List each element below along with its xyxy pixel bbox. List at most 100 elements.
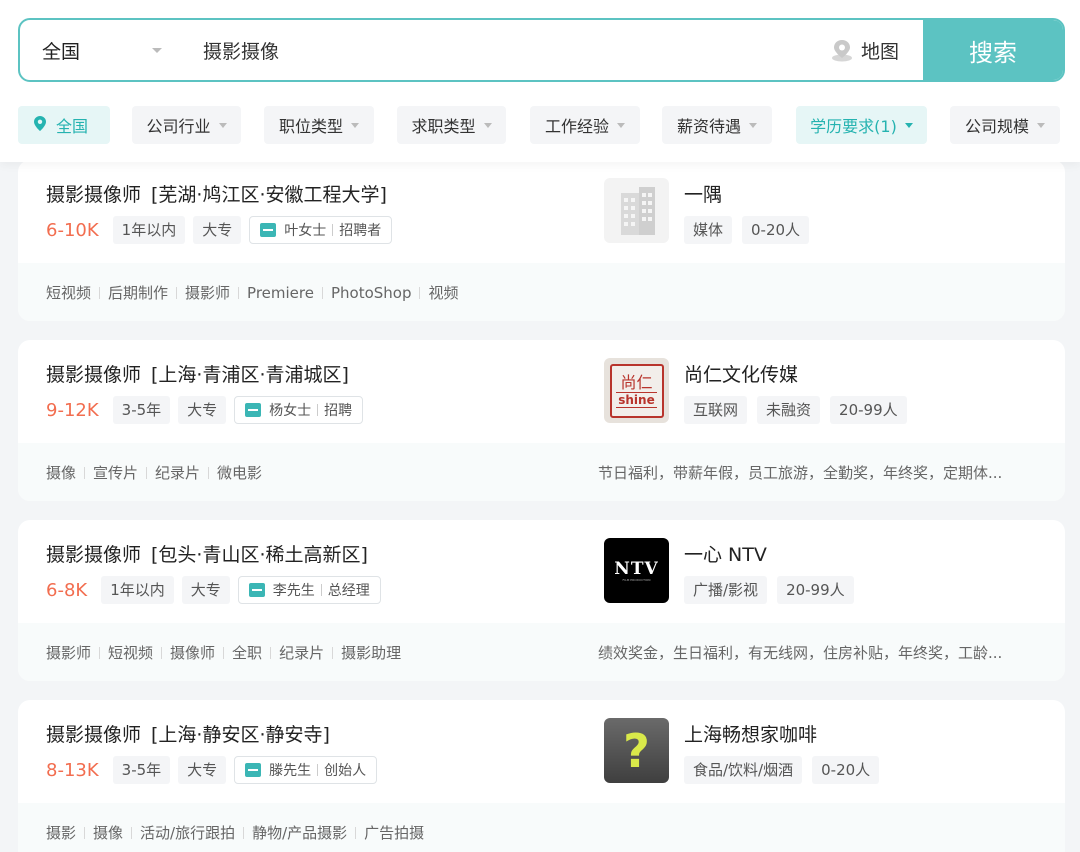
company-tag: 20-99人	[777, 576, 854, 604]
job-location: [芜湖·鸠江区·安徽工程大学]	[151, 184, 387, 206]
job-card-header: 摄影摄像师 [上海·静安区·静安寺] 8-13K 3-5年 大专 滕先生 创始人? 上海畅想家…	[18, 700, 1065, 803]
skill-tags: 短视频 后期制作 摄影师 Premiere PhotoShop 视频	[46, 282, 459, 303]
recruiter-divider	[317, 764, 319, 776]
recruiter-role: 创始人	[324, 763, 367, 779]
job-title-text: 摄影摄像师	[46, 724, 142, 746]
skill-divider	[161, 646, 163, 659]
filter-label: 求职类型	[411, 117, 476, 136]
company-name[interactable]: 上海畅想家咖啡	[684, 720, 817, 747]
filter-label: 全国	[56, 117, 89, 136]
job-card[interactable]: 摄影摄像师 [芜湖·鸠江区·安徽工程大学] 6-10K 1年以内 大专 叶女士 招聘者 一隅媒…	[18, 160, 1065, 321]
company-tag: 未融资	[757, 396, 821, 424]
skill-divider	[238, 286, 240, 299]
recruiter-chat[interactable]: 叶女士 招聘者	[249, 216, 393, 244]
skill-tag: 后期制作	[108, 284, 169, 302]
experience-tag: 3-5年	[112, 756, 171, 784]
search-button[interactable]: 搜索	[923, 20, 1063, 80]
map-pin-icon	[831, 38, 853, 62]
recruiter-chat[interactable]: 李先生 总经理	[237, 576, 381, 604]
chevron-down-icon	[749, 122, 757, 128]
company-tag: 0-20人	[812, 756, 880, 784]
company-tags: 食品/饮料/烟酒 0-20人	[684, 756, 880, 784]
company-name[interactable]: 尚仁文化传媒	[684, 360, 798, 387]
search-input[interactable]	[185, 20, 831, 80]
map-button[interactable]: 地图	[831, 20, 923, 80]
filter-7[interactable]: 公司规模	[950, 106, 1060, 144]
company-logo[interactable]: 尚仁 shine	[604, 358, 669, 423]
skill-tag: 摄影助理	[341, 644, 402, 662]
company-tag: 媒体	[684, 216, 733, 244]
experience-tag: 1年以内	[101, 576, 174, 604]
chevron-down-icon	[617, 122, 625, 128]
filter-1[interactable]: 公司行业	[132, 106, 241, 144]
skill-tag: 摄影师	[185, 284, 231, 302]
skill-tag: 摄影	[46, 824, 77, 842]
salary: 9-12K	[46, 399, 99, 421]
skill-tag: 视频	[428, 284, 459, 302]
filter-label: 公司规模	[964, 117, 1029, 136]
filter-4[interactable]: 工作经验	[530, 106, 640, 144]
chevron-down-icon	[483, 122, 492, 128]
job-card-header: 摄影摄像师 [包头·青山区·稀土高新区] 6-8K 1年以内 大专 李先生 总经理 NTV FI…	[18, 520, 1065, 623]
skill-divider	[99, 286, 101, 299]
job-title-text: 摄影摄像师	[46, 184, 142, 206]
logo-text: 尚仁	[620, 372, 653, 392]
job-card-footer: 摄影师 短视频 摄像师 全职 纪录片 摄影助理 绩效奖金，生日福利，有无线网，住房补贴，年终…	[18, 623, 1065, 681]
recruiter-role: 总经理	[327, 583, 370, 599]
job-title[interactable]: 摄影摄像师 [包头·青山区·稀土高新区]	[46, 540, 368, 567]
skill-tag: 摄像师	[170, 644, 216, 662]
chat-icon	[245, 763, 262, 777]
filter-label: 薪资待遇	[676, 117, 741, 136]
skill-divider	[243, 826, 245, 839]
chat-icon	[248, 583, 265, 597]
filter-5[interactable]: 薪资待遇	[662, 106, 772, 144]
filter-label: 职位类型	[278, 117, 343, 136]
job-title[interactable]: 摄影摄像师 [上海·静安区·静安寺]	[46, 720, 330, 747]
skill-tag: 纪录片	[155, 464, 201, 482]
skill-tag: 活动/旅行跟拍	[140, 824, 236, 842]
job-card-footer: 短视频 后期制作 摄影师 Premiere PhotoShop 视频	[18, 263, 1065, 321]
benefits: 绩效奖金，生日福利，有无线网，住房补贴，年终奖，工龄...	[598, 644, 1003, 662]
city-select[interactable]: 全国	[20, 20, 185, 80]
city-select-label: 全国	[42, 40, 81, 63]
filter-6[interactable]: 学历要求(1)	[796, 106, 927, 144]
recruiter-divider	[332, 224, 334, 236]
company-logo[interactable]: NTV FILM PRODUCTION	[604, 538, 669, 603]
job-card[interactable]: 摄影摄像师 [上海·静安区·静安寺] 8-13K 3-5年 大专 滕先生 创始人? 上海畅想家…	[18, 700, 1065, 852]
skill-tags: 摄像 宣传片 纪录片 微电影	[46, 462, 262, 483]
skill-tag: 短视频	[108, 644, 154, 662]
skill-tags: 摄影师 短视频 摄像师 全职 纪录片 摄影助理	[46, 642, 401, 663]
job-title[interactable]: 摄影摄像师 [芜湖·鸠江区·安徽工程大学]	[46, 180, 387, 207]
skill-tag: Premiere	[247, 283, 314, 302]
skill-tag: 全职	[232, 644, 263, 662]
salary: 6-8K	[46, 579, 88, 601]
experience-tag: 3-5年	[112, 396, 171, 424]
recruiter-name: 李先生	[272, 583, 315, 599]
company-logo[interactable]	[604, 178, 669, 243]
job-card-footer: 摄像 宣传片 纪录片 微电影 节日福利，带薪年假，员工旅游，全勤奖，年终奖，定期体...	[18, 443, 1065, 501]
job-title[interactable]: 摄影摄像师 [上海·青浦区·青浦城区]	[46, 360, 349, 387]
skill-tag: 宣传片	[93, 464, 139, 482]
company-name[interactable]: 一隅	[684, 180, 722, 207]
recruiter-chat[interactable]: 杨女士 招聘	[234, 396, 364, 424]
skill-divider	[321, 286, 323, 299]
chevron-down-icon	[904, 122, 913, 128]
logo-text: ?	[623, 723, 650, 778]
recruiter-chat[interactable]: 滕先生 创始人	[234, 756, 378, 784]
job-card[interactable]: 摄影摄像师 [上海·青浦区·青浦城区] 9-12K 3-5年 大专 杨女士 招聘 尚仁 shin…	[18, 340, 1065, 501]
job-card[interactable]: 摄影摄像师 [包头·青山区·稀土高新区] 6-8K 1年以内 大专 李先生 总经理 NTV FI…	[18, 520, 1065, 681]
filter-2[interactable]: 职位类型	[264, 106, 374, 144]
job-meta: 6-10K 1年以内 大专 叶女士 招聘者	[46, 216, 393, 244]
job-title-text: 摄影摄像师	[46, 544, 142, 566]
chevron-down-icon	[351, 122, 359, 128]
job-location: [上海·青浦区·青浦城区]	[151, 364, 349, 386]
company-logo[interactable]: ?	[604, 718, 669, 783]
filter-3[interactable]: 求职类型	[397, 106, 506, 144]
company-tag: 20-99人	[830, 396, 907, 424]
skill-divider	[84, 466, 86, 479]
job-meta: 9-12K 3-5年 大专 杨女士 招聘	[46, 396, 364, 424]
company-name[interactable]: 一心 NTV	[684, 540, 767, 567]
job-title-text: 摄影摄像师	[46, 364, 142, 386]
salary: 8-13K	[46, 759, 99, 781]
filter-0[interactable]: 全国	[18, 106, 110, 144]
